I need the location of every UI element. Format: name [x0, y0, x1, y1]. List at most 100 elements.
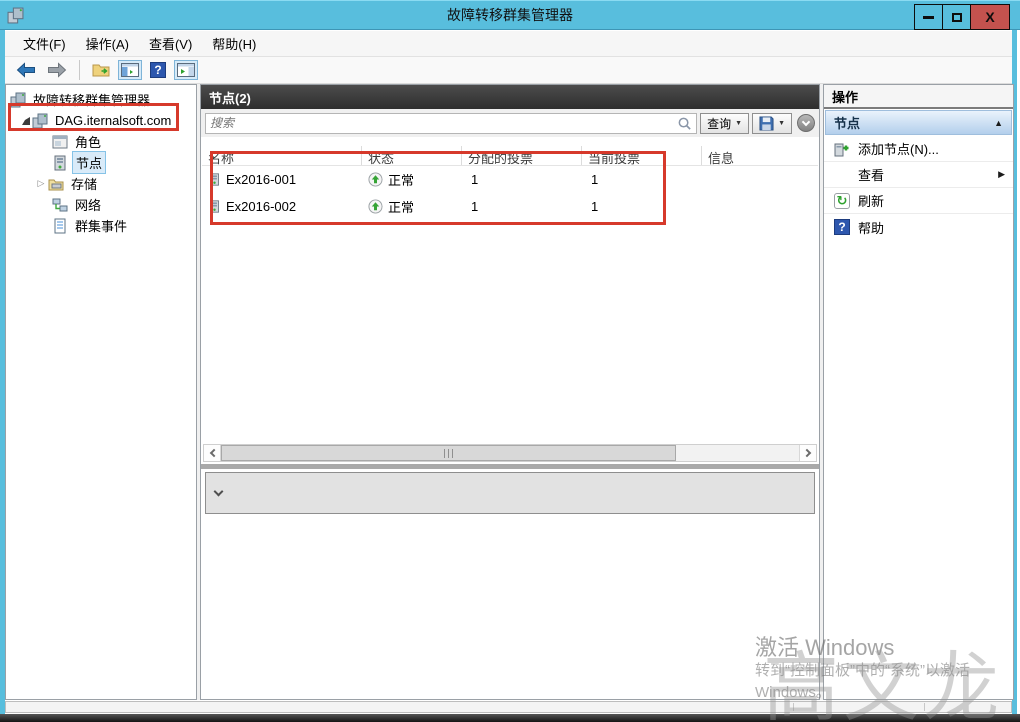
column-header-info[interactable]: 信息: [702, 146, 818, 165]
node-status: 正常: [388, 173, 415, 188]
expand-search-options-button[interactable]: [797, 114, 815, 132]
toolbar-separator: [79, 60, 80, 80]
window-title: 故障转移群集管理器: [447, 7, 573, 23]
node-assigned-votes: 1: [471, 199, 479, 214]
column-header-status[interactable]: 状态: [362, 146, 462, 165]
tree-item-nodes[interactable]: 节点: [6, 151, 196, 174]
chevron-down-icon: [801, 117, 811, 127]
chevron-up-icon: ▲: [994, 117, 1003, 128]
detail-panel-collapsed[interactable]: [205, 472, 815, 514]
search-row: 查询 ▼ ▼: [201, 109, 819, 137]
menu-help[interactable]: 帮助(H): [202, 30, 266, 57]
export-list-button[interactable]: [89, 59, 113, 81]
node-name: Ex2016-002: [226, 199, 297, 214]
folder-export-icon: [92, 64, 110, 77]
nodes-icon: [54, 155, 66, 170]
tree-item-networks[interactable]: 网络: [6, 194, 196, 215]
help-button[interactable]: ?: [147, 59, 169, 81]
help-icon: ?: [834, 219, 850, 235]
chevron-down-icon: [213, 486, 224, 497]
tree-item-cluster[interactable]: DAG.iternalsoft.com: [6, 110, 196, 131]
tree-storage-label: 存储: [71, 177, 98, 192]
tree-events-label: 群集事件: [75, 219, 128, 234]
pane-splitter[interactable]: [201, 464, 819, 469]
refresh-icon: ↻: [834, 192, 850, 209]
nodes-grid: 名称 状态 分配的投票 当前投票 信息 Ex2016-001 正常 1 1 Ex…: [202, 146, 818, 220]
menu-action[interactable]: 操作(A): [76, 30, 139, 57]
scroll-left-button[interactable]: [204, 445, 221, 461]
grip-icon: [443, 448, 454, 458]
action-pane-toggle-button[interactable]: [174, 60, 198, 80]
tree-cluster-label: DAG.iternalsoft.com: [55, 113, 172, 128]
scroll-right-button[interactable]: [799, 445, 816, 461]
forward-button[interactable]: [44, 59, 70, 81]
expander-open-icon[interactable]: [22, 116, 30, 125]
table-row[interactable]: Ex2016-001 正常 1 1: [202, 166, 818, 193]
back-icon: [16, 62, 35, 78]
tree-item-roles[interactable]: 角色: [6, 131, 196, 152]
action-label: 查看: [858, 168, 885, 183]
node-current-votes: 1: [591, 199, 599, 214]
titlebar[interactable]: 故障转移群集管理器 X: [0, 0, 1020, 30]
action-view[interactable]: 查看 ▶: [824, 162, 1013, 188]
status-up-icon: [368, 172, 383, 187]
console-tree-pane: 故障转移群集管理器 DAG.iternalsoft.com 角色 节点 ▷ 存储…: [5, 84, 197, 700]
minimize-icon: [923, 15, 934, 19]
console-tree-icon: [121, 63, 139, 77]
save-icon: [759, 115, 774, 131]
tree-networks-label: 网络: [75, 198, 102, 213]
workspace: 故障转移群集管理器 DAG.iternalsoft.com 角色 节点 ▷ 存储…: [5, 84, 1014, 700]
search-icon: [678, 117, 691, 130]
search-box[interactable]: [205, 112, 698, 134]
actions-section-label: 节点: [834, 116, 861, 131]
chevron-right-icon: ▶: [998, 169, 1005, 179]
save-query-button[interactable]: ▼: [752, 112, 792, 134]
action-add-node[interactable]: 添加节点(N)...: [824, 136, 1013, 162]
maximize-button[interactable]: [942, 4, 971, 30]
minimize-button[interactable]: [914, 4, 943, 30]
table-row[interactable]: Ex2016-002 正常 1 1: [202, 193, 818, 220]
close-icon: X: [985, 9, 995, 25]
tree-root-label: 故障转移群集管理器: [33, 93, 151, 108]
tree-roles-label: 角色: [75, 135, 102, 150]
menu-view[interactable]: 查看(V): [139, 30, 202, 57]
action-pane-icon: [177, 63, 195, 77]
action-refresh[interactable]: ↻ 刷新: [824, 188, 1013, 214]
tree-item-cluster-events[interactable]: 群集事件: [6, 215, 196, 236]
query-button[interactable]: 查询 ▼: [700, 112, 750, 134]
console-tree-toggle-button[interactable]: [118, 60, 142, 80]
column-header-name[interactable]: 名称: [202, 146, 362, 165]
close-button[interactable]: X: [970, 4, 1010, 30]
tree-item-root[interactable]: 故障转移群集管理器: [6, 89, 196, 110]
back-button[interactable]: [13, 59, 39, 81]
action-label: 添加节点(N)...: [858, 142, 939, 157]
add-node-icon: [834, 143, 849, 156]
author-stamp-watermark: 高文龙: [763, 647, 1003, 722]
toolbar: ?: [5, 57, 1012, 84]
column-header-current-votes[interactable]: 当前投票: [582, 146, 702, 165]
tree-item-storage[interactable]: ▷ 存储: [6, 173, 196, 194]
horizontal-scrollbar[interactable]: [203, 444, 817, 462]
chevron-left-icon: [209, 448, 219, 458]
node-current-votes: 1: [591, 172, 599, 187]
node-status: 正常: [388, 200, 415, 215]
menu-file[interactable]: 文件(F): [13, 30, 76, 57]
actions-pane-title: 操作: [824, 85, 1013, 109]
scrollbar-thumb[interactable]: [221, 445, 676, 461]
expander-closed-icon[interactable]: ▷: [36, 178, 46, 189]
networks-icon: [52, 198, 68, 211]
status-up-icon: [368, 199, 383, 214]
scrollbar-track[interactable]: [221, 445, 799, 461]
roles-icon: [52, 135, 68, 148]
tree-nodes-label: 节点: [72, 151, 107, 174]
grid-header-row: 名称 状态 分配的投票 当前投票 信息: [202, 146, 818, 166]
results-pane-title: 节点(2): [201, 85, 819, 109]
action-help[interactable]: ? 帮助: [824, 214, 1013, 240]
action-label: 刷新: [858, 194, 885, 209]
column-header-assigned-votes[interactable]: 分配的投票: [462, 146, 582, 165]
actions-section-nodes[interactable]: 节点 ▲: [825, 110, 1012, 135]
query-button-label: 查询: [707, 116, 732, 131]
actions-pane: 操作 节点 ▲ 添加节点(N)... 查看 ▶ ↻ 刷新 ? 帮助: [823, 84, 1014, 700]
node-assigned-votes: 1: [471, 172, 479, 187]
search-input[interactable]: [210, 116, 678, 130]
